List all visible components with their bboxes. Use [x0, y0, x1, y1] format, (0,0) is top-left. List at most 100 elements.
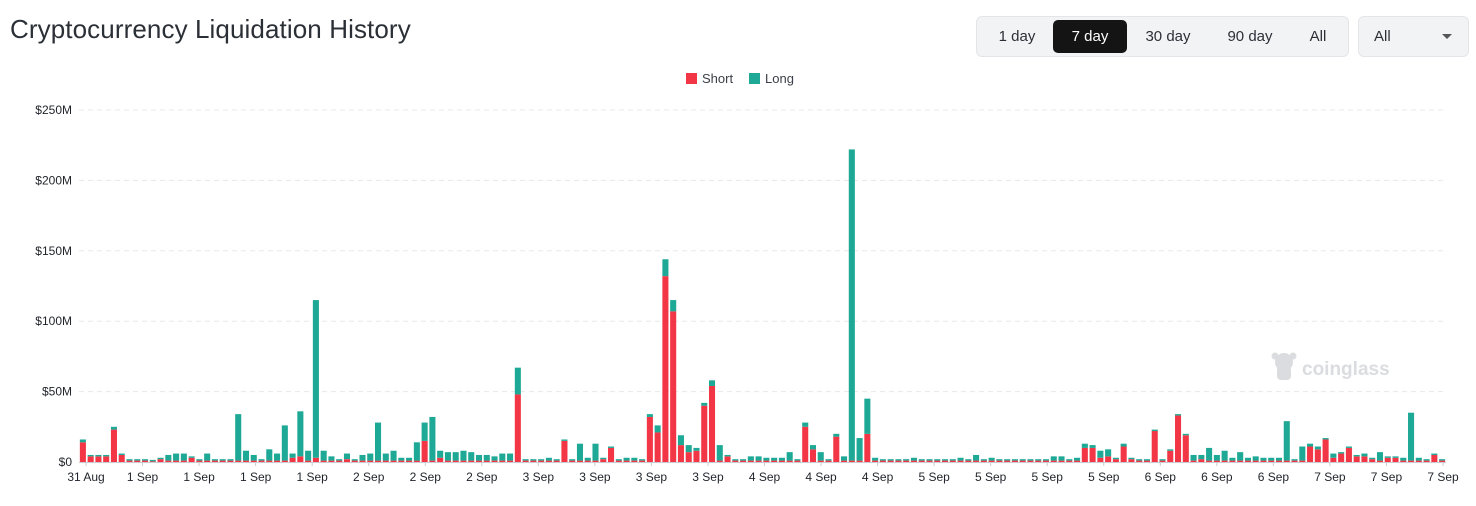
- bar-short[interactable]: [1229, 460, 1236, 462]
- bar-short[interactable]: [918, 460, 925, 462]
- bar-short[interactable]: [654, 432, 661, 462]
- bar-short[interactable]: [1035, 460, 1042, 462]
- bar-long[interactable]: [639, 459, 646, 461]
- bar-long[interactable]: [305, 450, 312, 461]
- bar-long[interactable]: [320, 450, 327, 461]
- bar-short[interactable]: [903, 460, 910, 462]
- bar-long[interactable]: [1291, 459, 1298, 461]
- bar-long[interactable]: [95, 454, 102, 457]
- bar-short[interactable]: [872, 460, 879, 462]
- bar-long[interactable]: [1415, 457, 1422, 461]
- bar-short[interactable]: [755, 460, 762, 462]
- bar-long[interactable]: [1120, 443, 1127, 447]
- bar-short[interactable]: [1275, 460, 1283, 462]
- bar-long[interactable]: [406, 457, 413, 461]
- bar-short[interactable]: [988, 460, 995, 462]
- bar-long[interactable]: [1221, 450, 1228, 461]
- bar-short[interactable]: [343, 459, 350, 462]
- bar-long[interactable]: [608, 446, 615, 448]
- bar-short[interactable]: [980, 460, 987, 462]
- bar-short[interactable]: [1089, 447, 1096, 462]
- bar-short[interactable]: [1415, 460, 1422, 462]
- bar-short[interactable]: [1400, 460, 1407, 462]
- bar-long[interactable]: [1175, 414, 1182, 416]
- bar-long[interactable]: [693, 447, 700, 451]
- bar-short[interactable]: [639, 460, 646, 462]
- bar-long[interactable]: [421, 422, 428, 441]
- bar-long[interactable]: [802, 422, 809, 427]
- bar-short[interactable]: [1322, 439, 1329, 462]
- bar-short[interactable]: [491, 460, 498, 462]
- bar-long[interactable]: [79, 439, 86, 443]
- bar-short[interactable]: [1299, 460, 1306, 462]
- bar-long[interactable]: [1268, 457, 1275, 461]
- bar-long[interactable]: [173, 453, 180, 461]
- bar-short[interactable]: [1384, 457, 1391, 462]
- bar-long[interactable]: [149, 459, 156, 462]
- bar-long[interactable]: [196, 459, 203, 461]
- bar-short[interactable]: [1112, 459, 1119, 462]
- bar-short[interactable]: [522, 460, 529, 462]
- bar-long[interactable]: [483, 454, 490, 461]
- bar-long[interactable]: [1260, 457, 1267, 461]
- bar-long[interactable]: [514, 367, 521, 395]
- bar-long[interactable]: [103, 454, 110, 457]
- bar-short[interactable]: [359, 460, 366, 462]
- bar-long[interactable]: [359, 454, 366, 461]
- bar-short[interactable]: [670, 311, 677, 462]
- bar-long[interactable]: [1338, 452, 1345, 454]
- bar-short[interactable]: [561, 440, 568, 462]
- bar-long[interactable]: [988, 457, 995, 461]
- bar-long[interactable]: [1019, 459, 1026, 461]
- legend-short-label[interactable]: Short: [702, 71, 733, 86]
- bar-short[interactable]: [802, 426, 809, 462]
- bar-short[interactable]: [227, 460, 234, 462]
- bar-long[interactable]: [1369, 457, 1376, 460]
- bar-long[interactable]: [165, 454, 172, 461]
- bar-long[interactable]: [662, 259, 669, 277]
- bar-short[interactable]: [1330, 457, 1337, 462]
- bar-short[interactable]: [149, 461, 156, 462]
- bar-short[interactable]: [809, 449, 817, 462]
- bar-short[interactable]: [452, 460, 459, 462]
- bar-short[interactable]: [701, 405, 708, 462]
- bar-long[interactable]: [646, 414, 653, 417]
- bar-long[interactable]: [887, 459, 894, 461]
- bar-short[interactable]: [514, 394, 521, 462]
- bar-long[interactable]: [561, 439, 568, 441]
- bar-long[interactable]: [1143, 459, 1150, 461]
- bar-long[interactable]: [1105, 449, 1112, 457]
- bar-short[interactable]: [1423, 460, 1430, 462]
- bar-long[interactable]: [817, 452, 824, 461]
- bar-long[interactable]: [864, 398, 871, 434]
- bar-long[interactable]: [1400, 457, 1407, 461]
- bar-long[interactable]: [1213, 454, 1220, 461]
- bar-short[interactable]: [141, 460, 149, 462]
- bar-long[interactable]: [980, 459, 987, 461]
- bar-short[interactable]: [134, 460, 141, 462]
- bar-short[interactable]: [592, 460, 599, 462]
- bar-long[interactable]: [1275, 457, 1283, 461]
- bar-short[interactable]: [258, 460, 265, 462]
- bar-long[interactable]: [1384, 456, 1391, 458]
- bar-short[interactable]: [1004, 460, 1011, 462]
- bar-short[interactable]: [274, 460, 281, 462]
- bar-short[interactable]: [763, 460, 770, 462]
- bar-short[interactable]: [879, 460, 886, 462]
- bar-short[interactable]: [1081, 447, 1088, 462]
- bar-short[interactable]: [289, 457, 296, 462]
- bar-short[interactable]: [1042, 460, 1050, 462]
- bar-short[interactable]: [188, 457, 195, 462]
- bar-short[interactable]: [887, 460, 894, 462]
- bar-long[interactable]: [1058, 456, 1065, 461]
- bar-long[interactable]: [1066, 459, 1073, 461]
- bar-long[interactable]: [1314, 446, 1321, 450]
- bar-short[interactable]: [1136, 460, 1143, 462]
- bar-short[interactable]: [530, 460, 537, 462]
- bar-long[interactable]: [1128, 457, 1135, 460]
- bar-short[interactable]: [390, 460, 397, 462]
- bar-short[interactable]: [794, 460, 801, 462]
- bar-long[interactable]: [1159, 459, 1166, 461]
- bar-short[interactable]: [1260, 460, 1267, 462]
- bar-long[interactable]: [1035, 459, 1042, 461]
